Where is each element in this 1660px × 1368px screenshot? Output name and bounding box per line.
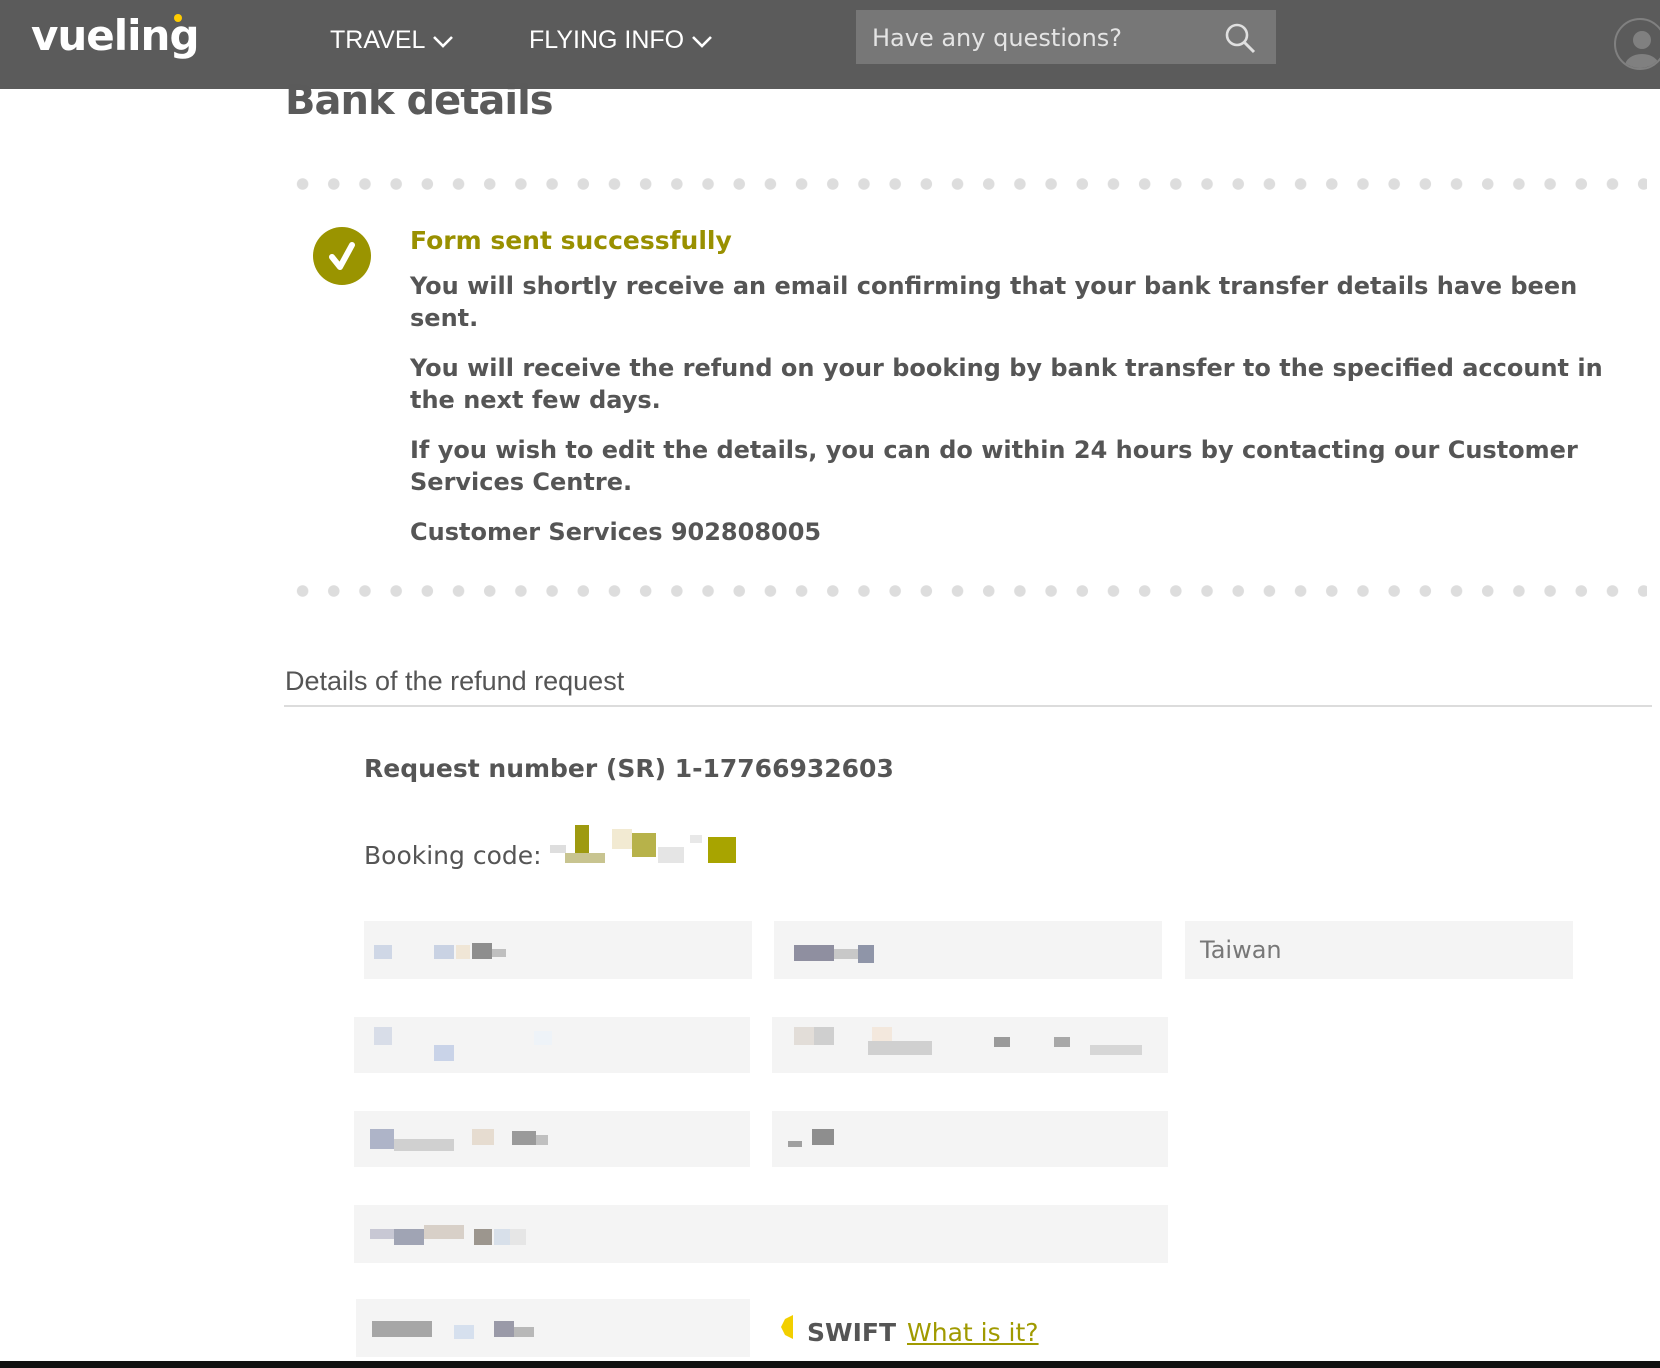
- checkmark-icon: [313, 227, 371, 285]
- city-field[interactable]: [354, 1111, 750, 1167]
- confirmation-message-email: You will shortly receive an email confir…: [410, 272, 1578, 332]
- search-box: [856, 10, 1276, 66]
- customer-services-phone: Customer Services 902808005: [410, 518, 822, 546]
- page-title: Bank details: [285, 78, 554, 124]
- chevron-down-icon: [433, 35, 454, 48]
- nav-flying-info[interactable]: FLYING INFO: [529, 26, 714, 55]
- dotted-divider: [287, 585, 1647, 597]
- confirmation-message-refund: You will receive the refund on your book…: [410, 354, 1603, 414]
- country-field[interactable]: Taiwan: [1185, 921, 1573, 979]
- section-title: Details of the refund request: [285, 666, 625, 696]
- user-avatar-icon[interactable]: [1614, 18, 1660, 70]
- phone-field[interactable]: [354, 1205, 1168, 1263]
- last-name-field[interactable]: [774, 921, 1162, 979]
- first-name-field[interactable]: [364, 921, 752, 979]
- bottom-edge: [0, 1361, 1660, 1368]
- swift-label: SWIFT: [807, 1318, 897, 1347]
- booking-code-redacted: [550, 825, 740, 873]
- request-number: Request number (SR) 1-17766932603: [364, 754, 894, 783]
- top-navigation-bar: vueling TRAVEL FLYING INFO: [0, 0, 1660, 89]
- logo-dot: [174, 14, 182, 22]
- street-address-field[interactable]: [772, 1017, 1168, 1073]
- chevron-down-icon: [692, 35, 713, 48]
- warning-marker-icon: [779, 1314, 795, 1340]
- booking-code-label: Booking code:: [364, 841, 542, 870]
- swift-help-link[interactable]: What is it?: [907, 1318, 1039, 1347]
- section-divider: [284, 705, 1652, 707]
- address-field[interactable]: [354, 1017, 750, 1073]
- search-input[interactable]: [870, 10, 1214, 66]
- dotted-divider: [287, 178, 1647, 190]
- success-title: Form sent successfully: [410, 226, 732, 255]
- iban-field[interactable]: [356, 1299, 750, 1357]
- postal-code-field[interactable]: [772, 1111, 1168, 1167]
- nav-travel-label: TRAVEL: [330, 26, 426, 54]
- confirmation-message-edit: If you wish to edit the details, you can…: [410, 436, 1578, 496]
- nav-travel[interactable]: TRAVEL: [330, 26, 455, 55]
- nav-flying-info-label: FLYING INFO: [529, 26, 685, 54]
- search-icon[interactable]: [1224, 22, 1256, 54]
